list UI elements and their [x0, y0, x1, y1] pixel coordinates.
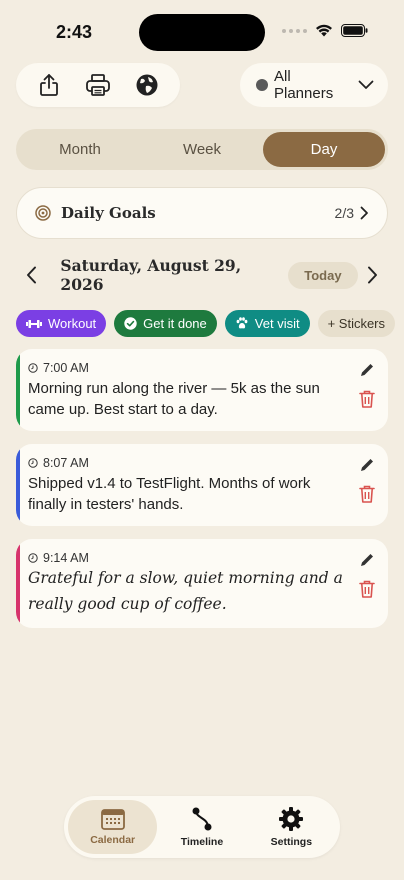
date-title: Saturday, August 29, 2026 [60, 256, 242, 294]
clock-icon [28, 553, 38, 563]
date-navigation: Saturday, August 29, 2026 Today [16, 256, 388, 294]
clock-icon [28, 363, 38, 373]
chip-label: Workout [48, 316, 97, 331]
tab-timeline[interactable]: Timeline [157, 800, 246, 854]
today-button[interactable]: Today [288, 261, 358, 289]
chip-label: + Stickers [327, 316, 386, 331]
daily-goals-count: 2/3 [334, 205, 354, 221]
entry-text: Grateful for a slow, quiet morning and a… [28, 569, 343, 613]
journal-entry[interactable]: 8:07 AM Shipped v1.4 to TestFlight. Mont… [16, 444, 388, 526]
entry-color-bar [16, 444, 20, 526]
daily-goals-card[interactable]: Daily Goals 2/3 [16, 187, 388, 239]
entry-text: Morning run along the river — 5k as the … [28, 380, 320, 418]
target-icon [35, 205, 51, 221]
chip-get-it-done[interactable]: Get it done [114, 310, 217, 337]
sticker-chips: Workout Get it done Vet visit + Stickers [16, 310, 404, 338]
dumbbell-icon [26, 319, 42, 328]
add-stickers-button[interactable]: + Stickers [317, 310, 396, 337]
journal-entry[interactable]: 9:14 AM Grateful for a slow, quiet morni… [16, 539, 388, 628]
trash-icon[interactable] [358, 579, 376, 599]
entry-time: 7:00 AM [43, 361, 89, 375]
gear-icon [279, 807, 304, 831]
top-actions [16, 63, 180, 107]
status-time: 2:43 [56, 22, 93, 42]
battery-icon [341, 24, 368, 37]
view-mode-segmented: Month Week Day [16, 129, 388, 170]
entry-meta: 8:07 AM [28, 456, 89, 470]
chip-label: Get it done [143, 316, 207, 331]
pencil-icon[interactable] [358, 551, 376, 569]
print-button[interactable] [82, 69, 114, 101]
entry-text: Shipped v1.4 to TestFlight. Months of wo… [28, 475, 311, 513]
status-icons [282, 24, 368, 37]
tab-label: Calendar [90, 834, 136, 846]
chip-workout[interactable]: Workout [16, 310, 107, 337]
entry-time: 9:14 AM [43, 551, 89, 565]
share-icon [39, 74, 58, 96]
globe-icon [136, 74, 158, 96]
next-day-button[interactable] [358, 259, 388, 291]
segment-week[interactable]: Week [141, 132, 263, 167]
planner-selector[interactable]: All Planners [240, 63, 388, 107]
chevron-right-icon [360, 206, 368, 220]
entry-color-bar [16, 539, 20, 628]
trash-icon[interactable] [358, 389, 376, 409]
share-button[interactable] [33, 69, 65, 101]
clock-icon [28, 458, 38, 468]
entry-time: 8:07 AM [43, 456, 89, 470]
trash-icon[interactable] [358, 484, 376, 504]
tab-bar: Calendar Timeline Settings [64, 796, 340, 858]
daily-goals-title: Daily Goals [61, 204, 156, 222]
planner-color-dot [256, 79, 268, 91]
segment-day[interactable]: Day [263, 132, 385, 167]
previous-day-button[interactable] [16, 259, 46, 291]
paw-icon [236, 317, 248, 329]
chip-vet-visit[interactable]: Vet visit [224, 310, 310, 337]
wifi-icon [316, 24, 332, 37]
calendar-icon [100, 809, 125, 830]
planner-label: All Planners [274, 68, 334, 102]
tab-settings[interactable]: Settings [247, 800, 336, 854]
timeline-icon [192, 807, 212, 831]
pencil-icon[interactable] [358, 361, 376, 379]
entry-meta: 9:14 AM [28, 551, 89, 565]
chip-label: Vet visit [254, 316, 300, 331]
signal-icon [282, 28, 307, 33]
segment-month[interactable]: Month [19, 132, 141, 167]
tab-calendar[interactable]: Calendar [68, 800, 158, 854]
journal-entry[interactable]: 7:00 AM Morning run along the river — 5k… [16, 349, 388, 431]
entry-color-bar [16, 349, 20, 431]
tab-label: Timeline [180, 836, 224, 848]
printer-icon [86, 74, 110, 96]
dynamic-island [139, 14, 265, 51]
chevron-left-icon [26, 266, 36, 284]
chevron-down-icon [358, 80, 374, 89]
chevron-right-icon [368, 266, 378, 284]
tab-label: Settings [270, 836, 313, 848]
pencil-icon[interactable] [358, 456, 376, 474]
status-bar: 2:43 [0, 0, 404, 60]
check-badge-icon [124, 317, 137, 330]
globe-button[interactable] [131, 69, 163, 101]
entry-meta: 7:00 AM [28, 361, 89, 375]
